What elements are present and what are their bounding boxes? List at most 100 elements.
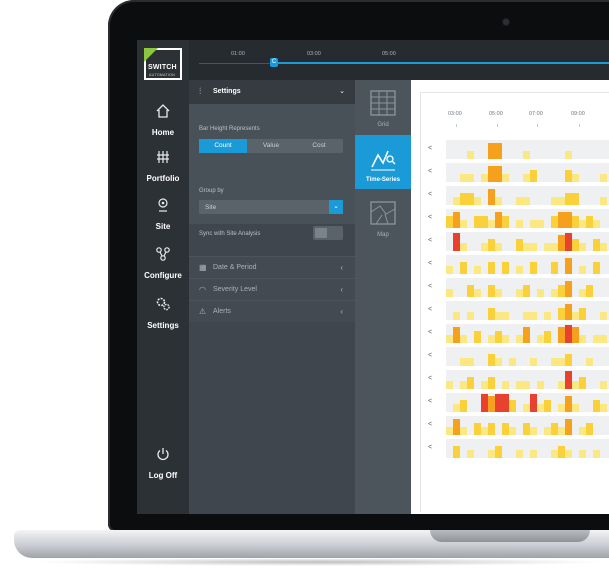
- heatmap-cell[interactable]: [579, 427, 586, 435]
- heatmap-cell[interactable]: [523, 243, 530, 251]
- heatmap-cell[interactable]: [551, 423, 558, 435]
- heatmap-cell[interactable]: [593, 400, 600, 412]
- group-by-select[interactable]: Site ⌄: [199, 200, 343, 214]
- heatmap-cell[interactable]: [530, 262, 537, 274]
- heatmap-cell[interactable]: [481, 381, 488, 389]
- heatmap-cell[interactable]: [488, 450, 495, 458]
- heatmap-cell[interactable]: [586, 423, 593, 435]
- heatmap-cell[interactable]: [558, 381, 565, 389]
- heatmap-cell[interactable]: [537, 381, 544, 389]
- logoff-button[interactable]: Log Off: [137, 445, 189, 483]
- heatmap-cell[interactable]: [481, 394, 488, 412]
- section-alerts[interactable]: ⚠ Alerts ‹: [189, 300, 355, 322]
- heatmap-cell[interactable]: [474, 197, 481, 205]
- heatmap-cell[interactable]: [460, 220, 467, 228]
- heatmap-cell[interactable]: [572, 216, 579, 228]
- heatmap-cell[interactable]: [502, 262, 509, 274]
- heatmap-cell[interactable]: [481, 243, 488, 251]
- heatmap-cell[interactable]: [495, 312, 502, 320]
- nav-settings[interactable]: Settings: [137, 295, 189, 333]
- heatmap-cell[interactable]: [488, 377, 495, 389]
- heatmap-cell[interactable]: [565, 170, 572, 182]
- heatmap-cell[interactable]: [467, 151, 474, 159]
- heatmap-cell[interactable]: [565, 325, 572, 343]
- heatmap-cell[interactable]: [502, 312, 509, 320]
- heatmap-cell[interactable]: [502, 335, 509, 343]
- nav-site[interactable]: Site: [137, 196, 189, 234]
- heatmap-cell[interactable]: [600, 381, 607, 389]
- heatmap-cell[interactable]: [502, 381, 509, 389]
- heatmap-cell[interactable]: [453, 312, 460, 320]
- heatmap-cell[interactable]: [593, 450, 600, 458]
- heatmap-cell[interactable]: [460, 193, 467, 205]
- heatmap-cell[interactable]: [558, 404, 565, 412]
- heatmap-cell[interactable]: [544, 243, 551, 251]
- sync-toggle[interactable]: [313, 226, 343, 240]
- heatmap-cell[interactable]: [558, 285, 565, 297]
- row-expand-button[interactable]: <: [428, 444, 432, 451]
- heatmap-cell[interactable]: [474, 331, 481, 343]
- heatmap-cell[interactable]: [446, 381, 453, 389]
- heatmap-cell[interactable]: [481, 427, 488, 435]
- heatmap-cell[interactable]: [565, 396, 572, 412]
- nav-home[interactable]: Home: [137, 102, 189, 140]
- heatmap-cell[interactable]: [495, 197, 502, 205]
- heatmap-cell[interactable]: [579, 308, 586, 320]
- heatmap-cell[interactable]: [558, 327, 565, 343]
- heatmap-cell[interactable]: [565, 193, 572, 205]
- heatmap-cell[interactable]: [474, 216, 481, 228]
- heatmap-cell[interactable]: [467, 312, 474, 320]
- heatmap-cell[interactable]: [558, 446, 565, 458]
- heatmap-cell[interactable]: [565, 258, 572, 274]
- heatmap-cell[interactable]: [446, 427, 453, 435]
- heatmap-cell[interactable]: [516, 197, 523, 205]
- heatmap-cell[interactable]: [558, 235, 565, 251]
- heatmap-cell[interactable]: [446, 266, 453, 274]
- settings-header[interactable]: ⫶ Settings ⌄: [189, 80, 355, 104]
- heatmap-cell[interactable]: [579, 289, 586, 297]
- heatmap-cell[interactable]: [530, 170, 537, 182]
- row-expand-button[interactable]: <: [428, 352, 432, 359]
- heatmap-cell[interactable]: [572, 174, 579, 182]
- bar-height-cost-option[interactable]: Cost: [295, 139, 343, 153]
- heatmap-cell[interactable]: [586, 285, 593, 297]
- heatmap-cell[interactable]: [572, 404, 579, 412]
- heatmap-cell[interactable]: [460, 358, 467, 366]
- row-expand-button[interactable]: <: [428, 375, 432, 382]
- heatmap-cell[interactable]: [474, 289, 481, 297]
- heatmap-cell[interactable]: [474, 266, 481, 274]
- heatmap-cell[interactable]: [460, 243, 467, 251]
- heatmap-cell[interactable]: [474, 423, 481, 435]
- heatmap-cell[interactable]: [488, 335, 495, 343]
- row-expand-button[interactable]: <: [428, 306, 432, 313]
- timeline-handle[interactable]: C: [270, 58, 278, 67]
- heatmap-cell[interactable]: [453, 212, 460, 228]
- heatmap-cell[interactable]: [530, 220, 537, 228]
- heatmap-cell[interactable]: [453, 197, 460, 205]
- heatmap-cell[interactable]: [488, 285, 495, 297]
- heatmap-cell[interactable]: [579, 266, 586, 274]
- heatmap-cell[interactable]: [565, 419, 572, 435]
- heatmap-cell[interactable]: [516, 220, 523, 228]
- heatmap-cell[interactable]: [586, 358, 593, 366]
- heatmap-cell[interactable]: [558, 212, 565, 228]
- row-expand-button[interactable]: <: [428, 214, 432, 221]
- heatmap-cell[interactable]: [523, 197, 530, 205]
- heatmap-cell[interactable]: [502, 174, 509, 182]
- row-expand-button[interactable]: <: [428, 145, 432, 152]
- heatmap-cell[interactable]: [565, 233, 572, 251]
- heatmap-cell[interactable]: [530, 427, 537, 435]
- heatmap-cell[interactable]: [558, 358, 565, 366]
- heatmap-cell[interactable]: [495, 446, 502, 458]
- heatmap-cell[interactable]: [558, 427, 565, 435]
- heatmap-cell[interactable]: [488, 423, 495, 435]
- heatmap-cell[interactable]: [523, 327, 530, 343]
- heatmap-cell[interactable]: [495, 394, 502, 412]
- heatmap-cell[interactable]: [544, 331, 551, 343]
- heatmap-cell[interactable]: [509, 400, 516, 412]
- heatmap-cell[interactable]: [579, 335, 586, 343]
- heatmap-cell[interactable]: [453, 327, 460, 343]
- heatmap-cell[interactable]: [600, 335, 607, 343]
- heatmap-cell[interactable]: [572, 193, 579, 205]
- heatmap-cell[interactable]: [481, 216, 488, 228]
